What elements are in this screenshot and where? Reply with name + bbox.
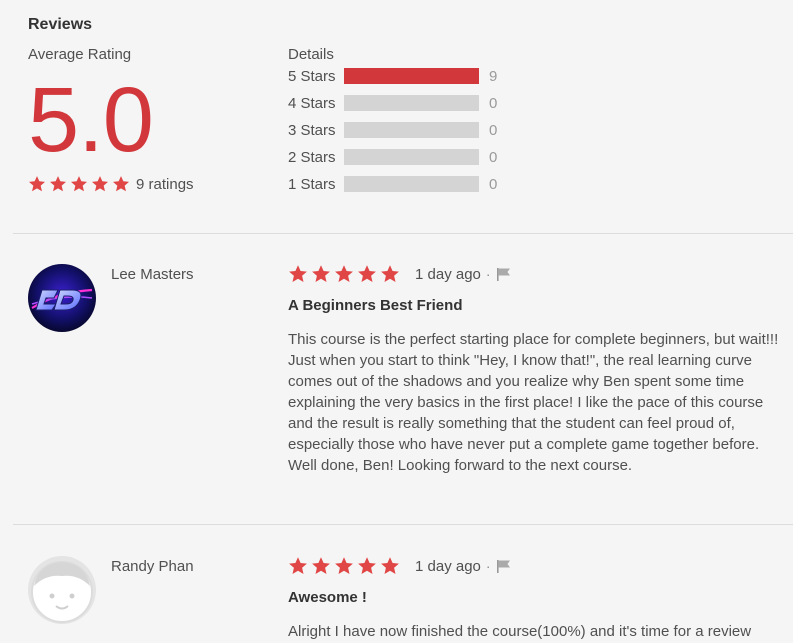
breakdown-bar xyxy=(344,68,479,84)
breakdown-label: 2 Stars xyxy=(288,148,336,166)
breakdown-bar xyxy=(344,149,479,165)
logo-avatar-icon xyxy=(28,264,96,332)
review-date: 1 day ago xyxy=(415,265,481,283)
review-body: This course is the perfect starting plac… xyxy=(288,331,779,474)
rating-breakdown-row: 4 Stars 0 xyxy=(288,92,497,114)
default-face-avatar-icon xyxy=(28,556,96,624)
review-body: Alright I have now finished the course(1… xyxy=(288,623,752,640)
star-icon xyxy=(381,557,399,574)
breakdown-bar-fill xyxy=(344,68,479,84)
star-icon xyxy=(335,557,353,574)
star-icon xyxy=(49,176,67,192)
review-title: A Beginners Best Friend xyxy=(288,297,463,314)
reviewer-name[interactable]: Randy Phan xyxy=(111,558,194,575)
star-icon xyxy=(312,265,330,282)
breakdown-count: 0 xyxy=(489,121,498,139)
review-meta: 1 day ago · xyxy=(288,556,512,576)
breakdown-count: 0 xyxy=(489,148,498,166)
star-icon xyxy=(312,557,330,574)
review-meta: 1 day ago · xyxy=(288,264,512,284)
separator-dot: · xyxy=(485,266,491,282)
flag-icon[interactable] xyxy=(496,559,512,573)
star-icon xyxy=(91,176,109,192)
reviewer-name[interactable]: Lee Masters xyxy=(111,266,194,283)
rating-breakdown-row: 3 Stars 0 xyxy=(288,119,497,141)
star-icon xyxy=(28,176,46,192)
star-icon xyxy=(289,265,307,282)
rating-breakdown-row: 1 Stars 0 xyxy=(288,173,497,195)
rating-breakdown-row: 2 Stars 0 xyxy=(288,146,497,168)
reviewer-avatar[interactable] xyxy=(28,556,96,624)
separator-dot: · xyxy=(485,558,491,574)
star-icon xyxy=(70,176,88,192)
average-rating-label: Average Rating xyxy=(28,46,132,63)
breakdown-label: 4 Stars xyxy=(288,94,336,112)
breakdown-bar xyxy=(344,95,479,111)
star-icon xyxy=(335,265,353,282)
breakdown-count: 0 xyxy=(489,175,498,193)
star-icon xyxy=(112,176,130,192)
rating-count: 9 ratings xyxy=(136,175,194,193)
breakdown-count: 0 xyxy=(489,94,498,112)
average-stars: 9 ratings xyxy=(28,175,194,193)
rating-breakdown-row: 5 Stars 9 xyxy=(288,65,497,87)
average-rating-value: 5.0 xyxy=(28,69,154,171)
breakdown-label: 3 Stars xyxy=(288,121,336,139)
star-icon xyxy=(358,265,376,282)
star-icon xyxy=(381,265,399,282)
review-date: 1 day ago xyxy=(415,557,481,575)
breakdown-bar xyxy=(344,122,479,138)
section-divider xyxy=(13,524,793,525)
breakdown-bar xyxy=(344,176,479,192)
breakdown-count: 9 xyxy=(489,67,498,85)
section-divider xyxy=(13,233,793,234)
star-icon xyxy=(289,557,307,574)
breakdown-label: 1 Stars xyxy=(288,175,336,193)
review-title: Awesome ! xyxy=(288,589,367,606)
details-label: Details xyxy=(288,46,334,63)
flag-icon[interactable] xyxy=(496,267,512,281)
reviews-heading: Reviews xyxy=(28,16,93,33)
star-icon xyxy=(358,557,376,574)
breakdown-label: 5 Stars xyxy=(288,67,336,85)
reviewer-avatar[interactable] xyxy=(28,264,96,332)
